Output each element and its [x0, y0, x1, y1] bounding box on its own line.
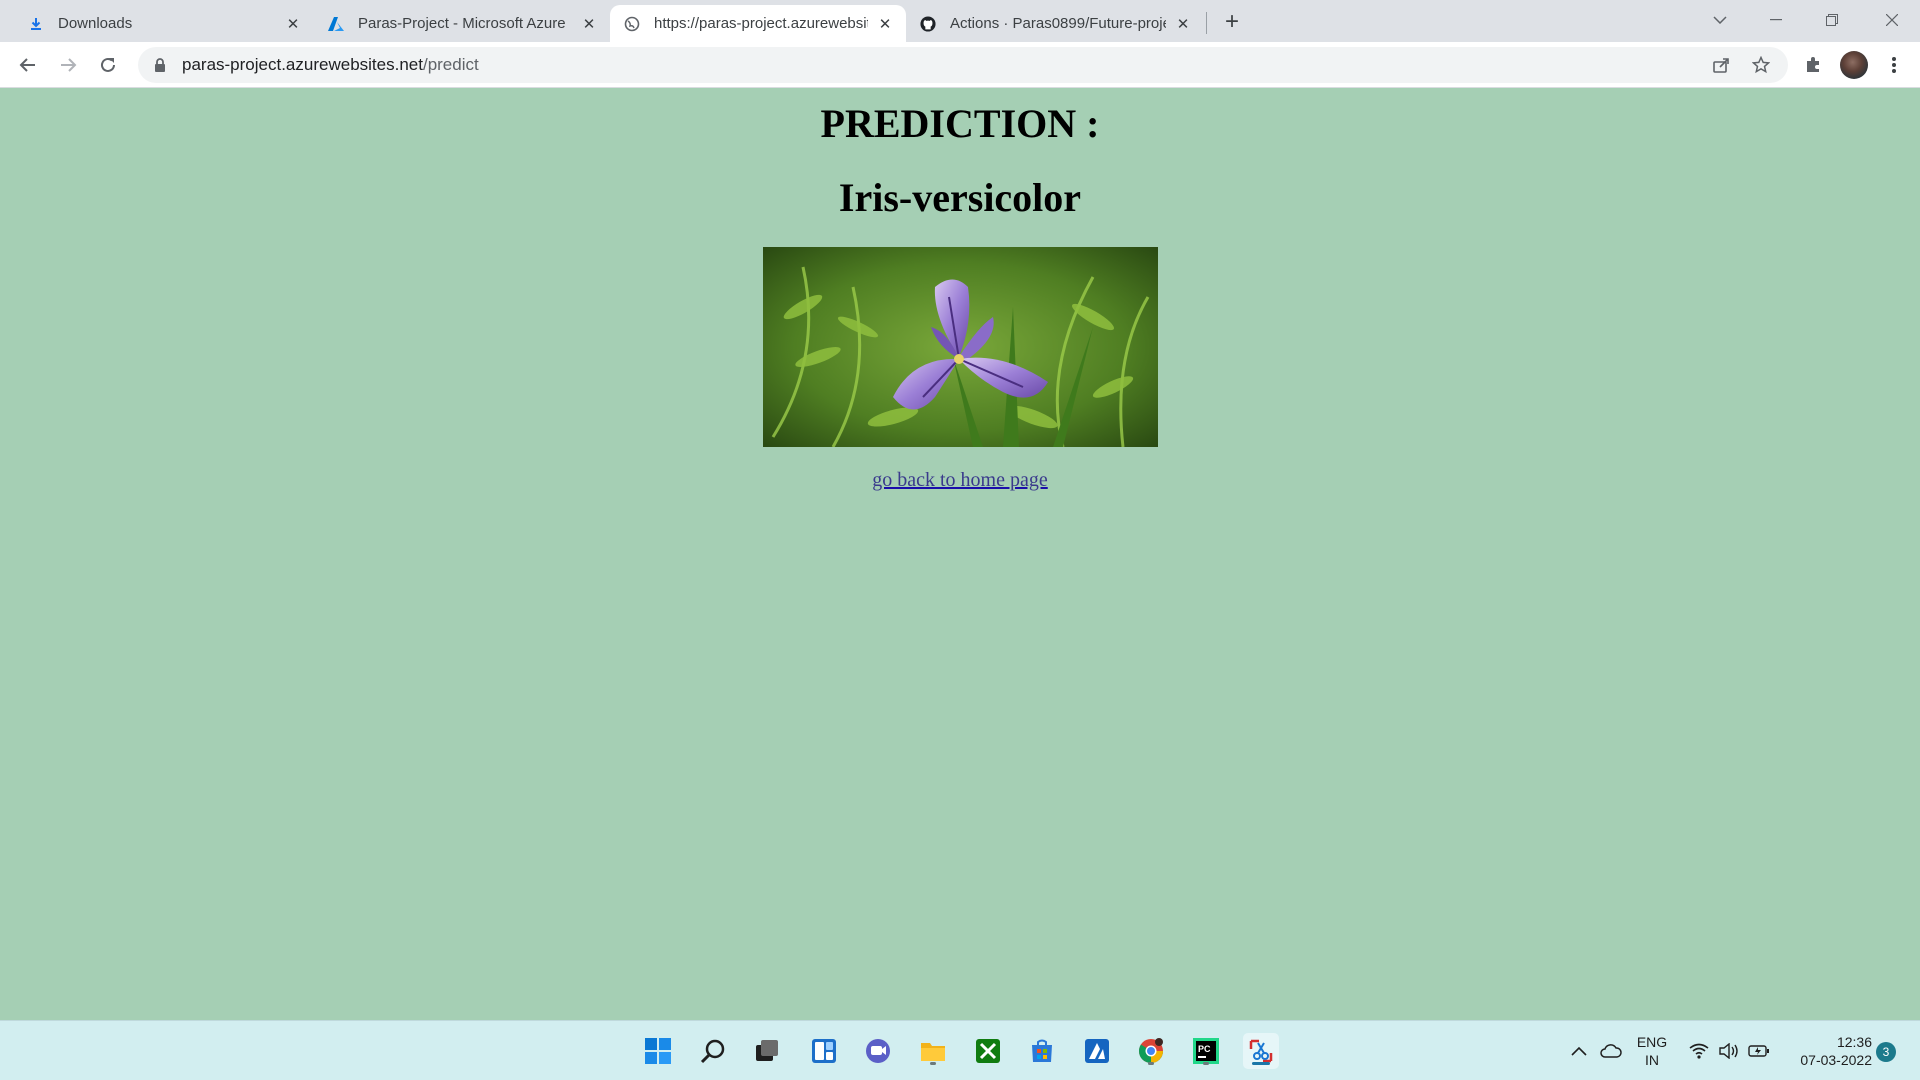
show-hidden-icons-button[interactable] — [1568, 1021, 1590, 1080]
widgets-icon[interactable] — [806, 1033, 842, 1069]
more-vert-icon — [1892, 57, 1896, 73]
share-icon[interactable] — [1708, 52, 1734, 78]
url-path: /predict — [422, 55, 479, 74]
onedrive-icon[interactable] — [1598, 1021, 1624, 1080]
close-tab-icon[interactable]: ✕ — [876, 15, 894, 33]
wifi-icon[interactable] — [1686, 1021, 1712, 1080]
url-host: paras-project.azurewebsites.net — [182, 55, 423, 74]
tab-downloads[interactable]: Downloads ✕ — [14, 5, 314, 42]
menu-button[interactable] — [1878, 49, 1910, 81]
chrome-icon[interactable] — [1133, 1033, 1169, 1069]
page-content: PREDICTION : Iris-versicolor go back to … — [0, 88, 1920, 1020]
chat-icon[interactable] — [860, 1033, 896, 1069]
store-icon[interactable] — [1024, 1033, 1060, 1069]
tab-title: Downloads — [58, 15, 133, 32]
region-code: IN — [1645, 1052, 1659, 1068]
tab-azure[interactable]: Paras-Project - Microsoft Azure ✕ — [314, 5, 610, 42]
restore-icon — [1826, 14, 1838, 26]
tab-title: Actions · Paras0899/Future-proje — [950, 15, 1166, 32]
language-code: ENG — [1636, 1034, 1668, 1050]
arrow-right-icon — [61, 58, 77, 72]
download-icon — [28, 16, 44, 32]
running-indicator — [1148, 1062, 1154, 1065]
start-icon[interactable] — [640, 1033, 676, 1069]
xbox-icon[interactable] — [970, 1033, 1006, 1069]
tab-strip: Downloads ✕ Paras-Project - Microsoft Az… — [0, 0, 1920, 42]
puzzle-icon — [1807, 57, 1819, 72]
language-indicator[interactable]: ENG IN — [1632, 1033, 1672, 1069]
prediction-result: Iris-versicolor — [838, 175, 1082, 220]
close-tab-icon[interactable]: ✕ — [1174, 15, 1192, 33]
tab-search-button[interactable] — [1692, 0, 1748, 40]
chevron-down-icon — [1713, 16, 1727, 24]
file-explorer-icon[interactable] — [915, 1033, 951, 1069]
reload-icon — [101, 57, 115, 72]
close-icon — [1886, 14, 1898, 26]
new-tab-button[interactable]: + — [1218, 8, 1246, 36]
pycharm-icon[interactable]: PC — [1188, 1033, 1224, 1069]
close-tab-icon[interactable]: ✕ — [284, 15, 302, 33]
tab-title: Paras-Project - Microsoft Azure — [358, 15, 566, 32]
browser-toolbar: paras-project.azurewebsites.net/predict — [0, 42, 1920, 88]
active-indicator — [1252, 1062, 1270, 1065]
address-bar[interactable]: paras-project.azurewebsites.net/predict — [138, 47, 1788, 83]
task-view-icon[interactable] — [749, 1033, 785, 1069]
back-home-link-text[interactable]: go back to home page — [872, 469, 1048, 491]
running-indicator — [930, 1062, 936, 1065]
url-text: paras-project.azurewebsites.net/predict — [182, 55, 479, 75]
tab-current-page[interactable]: https://paras-project.azurewebsit ✕ — [610, 5, 906, 42]
clock-time: 12:36 — [1836, 1034, 1872, 1050]
prediction-heading: PREDICTION : — [820, 101, 1100, 146]
back-button[interactable] — [12, 49, 44, 81]
tab-github-actions[interactable]: Actions · Paras0899/Future-proje ✕ — [906, 5, 1204, 42]
volume-icon[interactable] — [1716, 1021, 1742, 1080]
clock[interactable]: 12:36 07-03-2022 — [1782, 1033, 1872, 1069]
minimize-button[interactable] — [1748, 0, 1804, 40]
search-icon[interactable] — [695, 1033, 731, 1069]
github-icon — [920, 15, 936, 32]
running-indicator — [1203, 1062, 1209, 1065]
battery-icon[interactable] — [1746, 1021, 1772, 1080]
azure-data-studio-icon[interactable] — [1079, 1033, 1115, 1069]
restore-button[interactable] — [1804, 0, 1860, 40]
tab-title: https://paras-project.azurewebsit — [654, 15, 868, 32]
reload-button[interactable] — [92, 49, 124, 81]
azure-icon — [328, 16, 344, 32]
close-window-button[interactable] — [1864, 0, 1920, 40]
lock-icon[interactable] — [152, 57, 168, 73]
iris-flower-image — [763, 247, 1158, 447]
globe-icon — [624, 16, 640, 32]
close-tab-icon[interactable]: ✕ — [580, 15, 598, 33]
snipping-tool-icon[interactable] — [1243, 1033, 1279, 1069]
svg-text:PC: PC — [1198, 1044, 1211, 1054]
extensions-button[interactable] — [1797, 49, 1829, 81]
chevron-up-icon — [1571, 1046, 1587, 1056]
arrow-left-icon — [19, 58, 35, 72]
windows-taskbar: PC ENG IN 12:36 07-03-2022 3 — [0, 1020, 1920, 1080]
minimize-icon — [1770, 19, 1782, 21]
profile-avatar[interactable] — [1840, 51, 1868, 79]
bookmark-star-icon[interactable] — [1748, 52, 1774, 78]
clock-date: 07-03-2022 — [1800, 1052, 1872, 1068]
forward-button[interactable] — [52, 49, 84, 81]
tab-separator — [1206, 12, 1207, 34]
notification-badge[interactable]: 3 — [1876, 1042, 1896, 1062]
back-home-link[interactable]: go back to home page — [0, 469, 1920, 492]
